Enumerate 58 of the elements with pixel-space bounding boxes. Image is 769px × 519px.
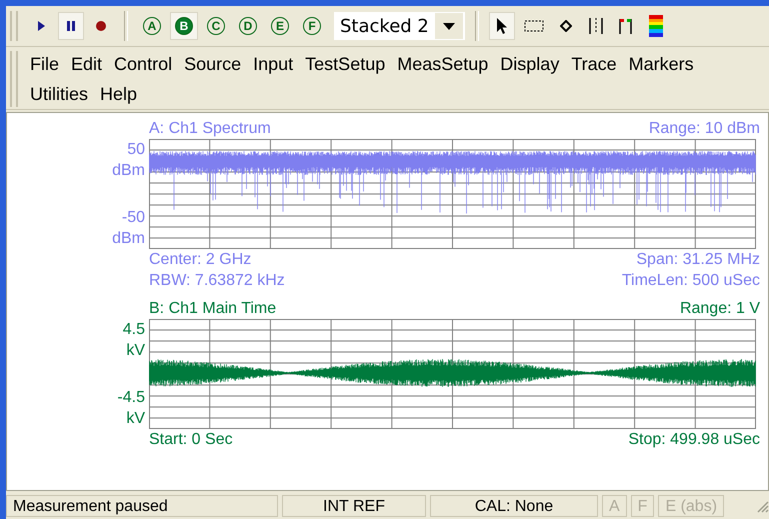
record-icon <box>95 20 107 32</box>
menu-item[interactable]: Markers <box>622 52 700 76</box>
status-field: CAL: None <box>430 495 598 517</box>
vertical-lines-icon <box>588 17 604 35</box>
menu-item[interactable]: Input <box>247 52 300 76</box>
unit-label: kV <box>126 341 145 361</box>
toolbar-grip[interactable] <box>10 51 18 107</box>
menu-item[interactable]: Utilities <box>24 82 94 106</box>
y-axis-label: -4.5 <box>117 388 145 408</box>
y-axis-label: -50 <box>122 208 145 228</box>
color-bars-icon <box>648 15 663 37</box>
trace-title: A: Ch1 Spectrum <box>149 119 271 139</box>
range-label: Range: 10 dBm <box>648 119 760 139</box>
unit-label: kV <box>126 409 145 429</box>
pause-icon <box>66 20 76 32</box>
status-field: INT REF <box>282 495 426 517</box>
toolbar-grip[interactable] <box>10 11 18 41</box>
menu-item[interactable]: Trace <box>565 52 623 76</box>
status-field: A <box>602 495 627 517</box>
range-label: Range: 1 V <box>680 299 760 319</box>
diamond-icon <box>560 20 572 32</box>
pointer-icon <box>494 17 509 35</box>
menu-item[interactable]: Display <box>494 52 566 76</box>
menu-item[interactable]: Control <box>108 52 178 76</box>
menu-item[interactable]: Help <box>94 82 144 106</box>
trace-button[interactable]: D <box>234 12 262 40</box>
status-field: F <box>630 495 654 517</box>
setting-label: Span: 31.25 MHz <box>636 250 760 270</box>
trace-button[interactable]: F <box>298 12 326 40</box>
setting-label: TimeLen: 500 uSec <box>622 271 760 291</box>
flag-markers-icon <box>618 17 634 35</box>
setting-label: RBW: 7.63872 kHz <box>149 271 285 291</box>
play-icon <box>36 20 46 32</box>
setting-label: Center: 2 GHz <box>149 250 252 270</box>
setting-label: Stop: 499.98 uSec <box>628 430 760 450</box>
pointer-tool-button[interactable] <box>488 12 515 40</box>
y-axis-label: 50 <box>127 140 145 160</box>
menu-item[interactable]: Source <box>178 52 248 76</box>
menu-item[interactable]: TestSetup <box>299 52 392 76</box>
y-axis-label: 4.5 <box>122 320 145 340</box>
trace-title: B: Ch1 Main Time <box>149 299 276 319</box>
trace-button[interactable]: C <box>202 12 230 40</box>
menu-item[interactable]: File <box>24 52 66 76</box>
caret-icon <box>442 22 455 30</box>
unit-label: dBm <box>112 161 145 181</box>
trace-button[interactable]: A <box>138 12 166 40</box>
setting-label: Start: 0 Sec <box>149 430 233 450</box>
menu-item[interactable]: Edit <box>65 52 108 76</box>
pause-button[interactable] <box>58 12 84 40</box>
trace-button[interactable]: B <box>170 12 198 40</box>
menu-item[interactable]: MeasSetup <box>391 52 494 76</box>
status-field: E (abs) <box>658 495 724 517</box>
dashed-rectangle-icon <box>524 20 544 32</box>
status-field: Measurement paused <box>6 495 278 517</box>
unit-label: dBm <box>112 229 145 249</box>
resize-grip-icon[interactable] <box>755 499 769 513</box>
trace-button[interactable]: E <box>266 12 294 40</box>
layout-dropdown[interactable]: Stacked 2 <box>334 12 465 40</box>
